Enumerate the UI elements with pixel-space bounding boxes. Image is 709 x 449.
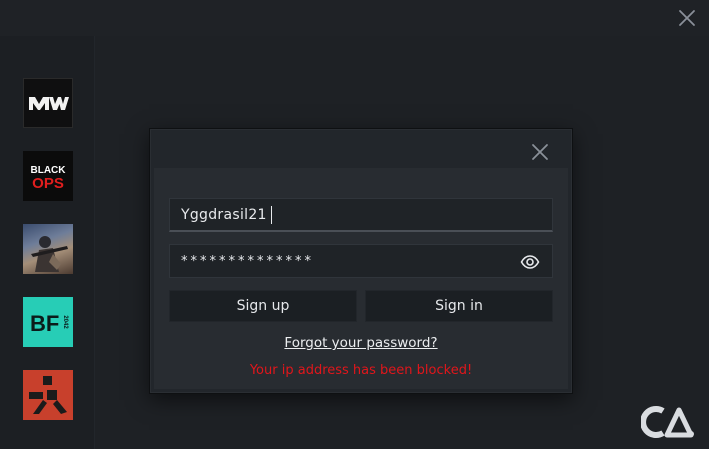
battlefield-2042-logo-icon: BF 2042 — [30, 311, 68, 336]
password-field-wrapper — [169, 244, 553, 278]
username-field-wrapper — [169, 198, 553, 232]
forgot-password-link[interactable]: Forgot your password? — [154, 335, 568, 351]
sign-up-button[interactable]: Sign up — [169, 290, 357, 322]
password-input[interactable] — [170, 245, 552, 277]
username-input[interactable] — [170, 199, 552, 230]
rust-logo-icon — [29, 376, 67, 414]
modern-warfare-logo-icon — [29, 97, 69, 110]
game-tile-artwork[interactable] — [23, 224, 73, 274]
login-form: Sign up Sign in Forgot your password? Yo… — [154, 168, 568, 389]
soldier-artwork-icon — [31, 236, 68, 272]
dialog-close-icon[interactable] — [530, 142, 550, 162]
show-password-eye-icon[interactable] — [520, 252, 540, 272]
error-message: Your ip address has been blocked! — [249, 363, 473, 378]
game-tile-rust[interactable] — [23, 370, 73, 420]
game-tile-battlefield-2042[interactable]: BF 2042 — [23, 297, 73, 347]
bf-year-text: 2042 — [62, 315, 68, 329]
app-title-bar — [0, 0, 709, 36]
bf-text: BF — [30, 311, 59, 336]
black-ops-logo-icon: BLACK OPS — [31, 165, 67, 192]
sign-in-button[interactable]: Sign in — [365, 290, 553, 322]
black-ops-line2: OPS — [32, 175, 64, 192]
login-dialog: Sign up Sign in Forgot your password? Yo… — [149, 128, 573, 394]
text-caret — [271, 206, 272, 224]
game-tile-black-ops[interactable]: BLACK OPS — [23, 151, 73, 201]
app-close-icon[interactable] — [677, 8, 697, 28]
game-tile-modern-warfare[interactable] — [23, 78, 73, 128]
brand-logo-icon — [640, 405, 697, 439]
